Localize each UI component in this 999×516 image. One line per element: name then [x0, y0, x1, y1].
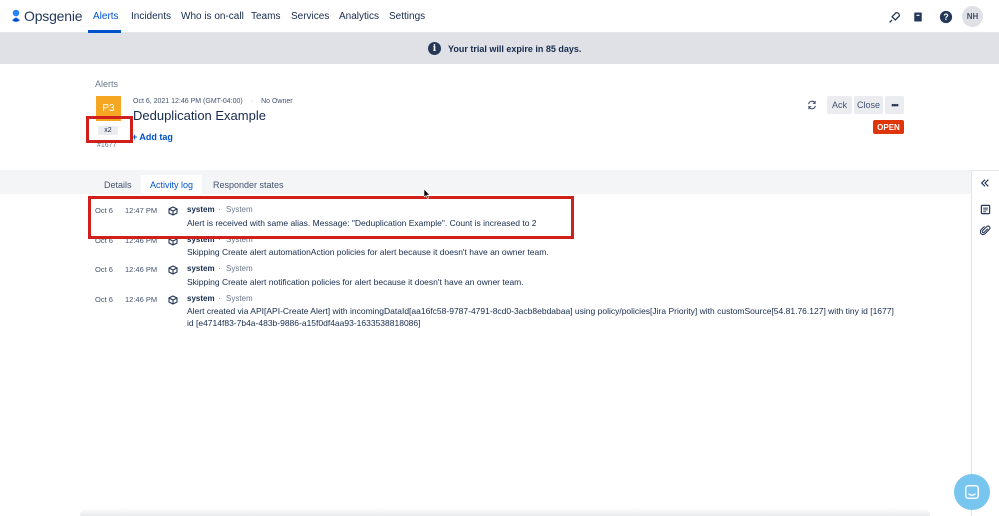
logo-text: Opsgenie [24, 8, 83, 24]
help-icon[interactable]: ? [937, 8, 955, 26]
owner-label[interactable]: No Owner [261, 98, 293, 105]
nav-alerts[interactable]: Alerts [93, 11, 119, 22]
svg-text:?: ? [943, 12, 948, 22]
log-source: · [218, 294, 221, 303]
created-timestamp: Oct 6, 2021 12:46 PM (GMT-04:00) [133, 98, 243, 105]
log-message: Alert created via API[API-Create Alert] … [187, 306, 894, 328]
attachment-icon[interactable] [978, 223, 992, 237]
rocket-icon[interactable] [885, 8, 903, 26]
nav-analytics[interactable]: Analytics [339, 11, 379, 22]
alert-title: Deduplication Example [133, 108, 266, 123]
status-badge: OPEN [873, 120, 904, 134]
log-source: System [226, 294, 253, 303]
collapse-icon[interactable] [978, 176, 992, 190]
tab-details[interactable]: Details [95, 175, 141, 194]
log-date: Oct 6 [95, 295, 113, 304]
log-user: system [187, 294, 215, 303]
log-source: System [226, 264, 253, 273]
highlight-count-box [86, 116, 133, 143]
ack-button[interactable]: Ack [827, 96, 852, 114]
tab-responder-states[interactable]: Responder states [204, 175, 293, 194]
highlight-log-entry-box [88, 196, 574, 239]
nav-services[interactable]: Services [291, 11, 329, 22]
info-icon: i [428, 42, 441, 55]
close-button[interactable]: Close [854, 96, 883, 114]
refresh-icon[interactable] [806, 99, 818, 111]
nav-teams[interactable]: Teams [251, 11, 280, 22]
log-time: 12:46 PM [125, 295, 158, 304]
mouse-cursor-icon [424, 189, 431, 199]
trial-banner-text: Your trial will expire in 85 days. [448, 44, 582, 54]
chat-launcher-button[interactable] [954, 474, 990, 510]
book-icon[interactable] [909, 8, 927, 26]
alert-tiny-id: #1677 [97, 142, 117, 149]
nav-who-is-on-call[interactable]: Who is on-call [181, 11, 244, 22]
system-icon [168, 265, 178, 275]
nav-settings[interactable]: Settings [389, 11, 425, 22]
top-navigation: Opsgenie Alerts Incidents Who is on-call… [0, 0, 999, 33]
log-time: 12:46 PM [125, 265, 158, 274]
meta-separator: · [250, 98, 254, 105]
notes-icon[interactable] [978, 202, 992, 216]
chat-icon [964, 484, 980, 500]
add-tag-button[interactable]: + Add tag [132, 132, 173, 142]
log-date: Oct 6 [95, 265, 113, 274]
avatar[interactable]: NH [962, 6, 983, 27]
bottom-panel-edge [80, 508, 930, 516]
log-user: system [187, 264, 215, 273]
opsgenie-logo-icon [12, 9, 20, 22]
nav-incidents[interactable]: Incidents [131, 11, 171, 22]
log-source: · [218, 264, 221, 273]
log-message: Skipping Create alert notification polic… [187, 277, 524, 287]
breadcrumb[interactable]: Alerts [95, 79, 118, 89]
side-panel [971, 170, 999, 516]
log-message: Skipping Create alert automationAction p… [187, 247, 549, 257]
tab-activity-log[interactable]: Activity log [141, 175, 203, 194]
opsgenie-logo[interactable]: Opsgenie [11, 8, 83, 24]
more-actions-button[interactable]: ••• [885, 96, 904, 114]
alert-meta: Oct 6, 2021 12:46 PM (GMT-04:00) · No Ow… [133, 98, 293, 105]
system-icon [168, 295, 178, 305]
